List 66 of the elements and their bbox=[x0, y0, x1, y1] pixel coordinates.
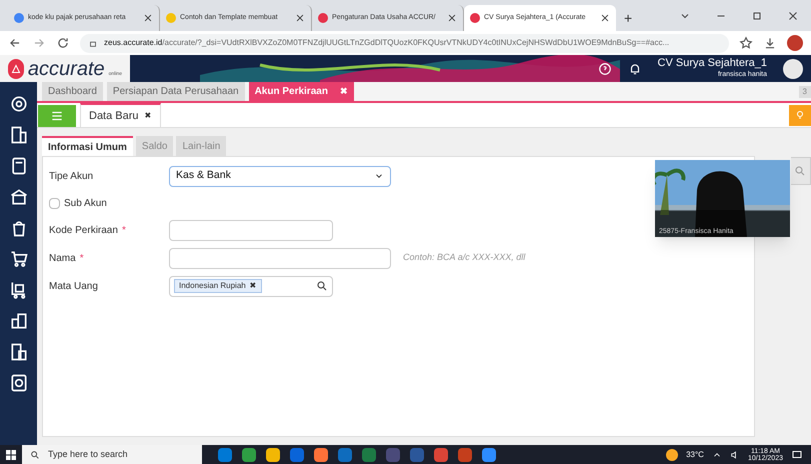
close-icon bbox=[295, 13, 305, 23]
reload-icon bbox=[56, 36, 70, 50]
report-icon bbox=[8, 373, 28, 393]
search-icon bbox=[794, 165, 806, 177]
field-label: Mata Uang bbox=[49, 280, 99, 294]
logo-text: accurate bbox=[28, 58, 105, 78]
restore-icon bbox=[751, 10, 763, 22]
close-icon bbox=[787, 10, 799, 22]
close-icon bbox=[600, 13, 610, 23]
lightbulb-icon bbox=[794, 109, 806, 121]
bank-icon bbox=[8, 187, 28, 207]
tips-button[interactable] bbox=[789, 104, 811, 126]
taskbar-app-icon[interactable] bbox=[434, 448, 448, 462]
close-icon[interactable]: ✖ bbox=[340, 84, 348, 98]
menu-list-button[interactable] bbox=[38, 105, 76, 127]
list-icon bbox=[50, 109, 64, 123]
weather-icon bbox=[666, 448, 678, 460]
taskbar-search-field[interactable]: Type here to search bbox=[22, 445, 202, 464]
profile-avatar[interactable] bbox=[787, 35, 803, 51]
weather-temperature: 33°C bbox=[686, 448, 704, 460]
windows-start-icon[interactable] bbox=[6, 450, 16, 460]
close-icon bbox=[143, 13, 153, 23]
side-tool-button[interactable] bbox=[791, 157, 811, 185]
close-icon[interactable]: ✖ bbox=[144, 110, 152, 122]
required-mark: * bbox=[80, 252, 84, 266]
taskbar-app-icon[interactable] bbox=[266, 448, 280, 462]
notification-icon bbox=[791, 448, 803, 460]
account-type-dropdown[interactable]: Kas & Bank bbox=[169, 166, 391, 186]
address-bar[interactable]: zeus.accurate.id/accurate/?_dsi=VUdtRXlBVXZoZ0M0TFNZdjlUUGtLTnZGdDlTQUozK0FKQUsrVTNkUDY4c0tINUxCejNHSWdDbU1WOE9MdnBuSg==#acc... bbox=[80, 34, 729, 52]
checkbox-label: Sub Akun bbox=[64, 196, 107, 210]
currency-tag: Indonesian Rupiah ✖ bbox=[174, 279, 262, 293]
checkbox[interactable] bbox=[49, 198, 60, 208]
company-name[interactable]: CV Surya Sejahtera_1 bbox=[658, 57, 767, 71]
new-tab-button[interactable]: + bbox=[616, 5, 640, 31]
close-icon bbox=[447, 13, 457, 23]
taskbar-app-icon[interactable] bbox=[482, 448, 496, 462]
required-mark: * bbox=[122, 224, 126, 238]
company-icon bbox=[8, 125, 28, 145]
module-tab[interactable]: Akun Perkiraan ✖ bbox=[248, 82, 354, 101]
module-tab[interactable]: Persiapan Data Perusahaan bbox=[106, 82, 245, 101]
taskbar-app-icon[interactable] bbox=[242, 448, 256, 462]
triangle-icon bbox=[10, 62, 22, 74]
field-label: Tipe Akun bbox=[49, 170, 94, 184]
taskbar-app-icon[interactable] bbox=[218, 448, 232, 462]
remove-icon[interactable]: ✖ bbox=[250, 280, 257, 292]
settings-icon bbox=[8, 94, 28, 114]
download-icon bbox=[763, 36, 777, 50]
search-placeholder: Type here to search bbox=[48, 448, 128, 461]
module-tab[interactable]: Dashboard bbox=[42, 82, 103, 101]
help-icon bbox=[598, 62, 612, 76]
user-avatar[interactable] bbox=[783, 58, 803, 78]
form-tab[interactable]: Informasi Umum bbox=[42, 136, 133, 156]
name-field[interactable] bbox=[169, 248, 391, 268]
tab-count: 3 bbox=[798, 86, 811, 98]
field-label: Kode Perkiraan bbox=[49, 224, 118, 238]
search-icon bbox=[30, 450, 40, 460]
document-tab[interactable]: Data Baru ✖ bbox=[80, 103, 161, 127]
account-code-field[interactable] bbox=[169, 220, 333, 240]
currency-field[interactable]: Indonesian Rupiah ✖ bbox=[169, 276, 333, 296]
field-label: Nama bbox=[49, 252, 76, 266]
taskbar-app-icon[interactable] bbox=[314, 448, 328, 462]
search-icon bbox=[316, 280, 328, 292]
url-text: zeus.accurate.id/accurate/?_dsi=VUdtRXlBVXZoZ0M0TFNZdjlUUGtLTnZGdDlTQUozK0FKQUsrVTNkUDY4c0tINUxCejNHSWdDbU1WOE9MdnBuSg==#acc... bbox=[104, 37, 670, 49]
cart-icon bbox=[8, 249, 28, 269]
field-hint: Contoh: BCA a/c XXX-XXX, dll bbox=[403, 251, 526, 264]
star-icon bbox=[739, 36, 753, 50]
